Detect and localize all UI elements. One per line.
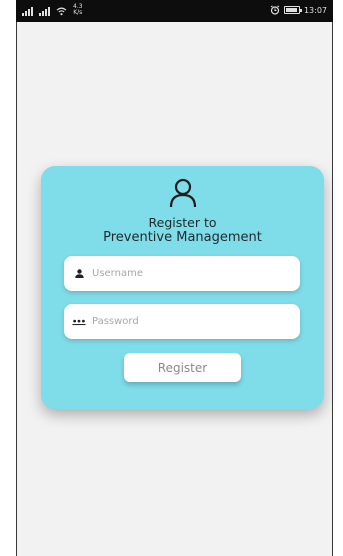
- status-left: 4.3 K/s: [22, 4, 83, 16]
- wifi-icon: [56, 7, 67, 16]
- password-input[interactable]: [92, 316, 300, 327]
- password-dots-icon: [72, 318, 86, 326]
- network-speed-unit: K/s: [73, 9, 83, 16]
- form-title-line1: Register to: [148, 215, 217, 230]
- user-icon: [169, 178, 197, 208]
- network-speed: 4.3 K/s: [73, 4, 83, 16]
- register-button[interactable]: Register: [124, 353, 241, 382]
- status-right: 13:07: [270, 5, 327, 15]
- person-icon: [72, 269, 86, 278]
- battery-fill: [285, 8, 297, 12]
- signal-icon: [22, 7, 33, 16]
- form-title-line2: Preventive Management: [103, 230, 262, 245]
- alarm-icon: [270, 5, 280, 15]
- register-card: Register to Preventive Management Regist…: [41, 166, 324, 409]
- status-bar: 4.3 K/s 13:07: [16, 0, 333, 22]
- username-field[interactable]: [64, 256, 300, 291]
- battery-icon: [283, 6, 302, 14]
- clock: 13:07: [303, 5, 327, 15]
- signal-icon: [39, 7, 50, 16]
- password-field[interactable]: [64, 304, 300, 339]
- username-input[interactable]: [92, 268, 300, 279]
